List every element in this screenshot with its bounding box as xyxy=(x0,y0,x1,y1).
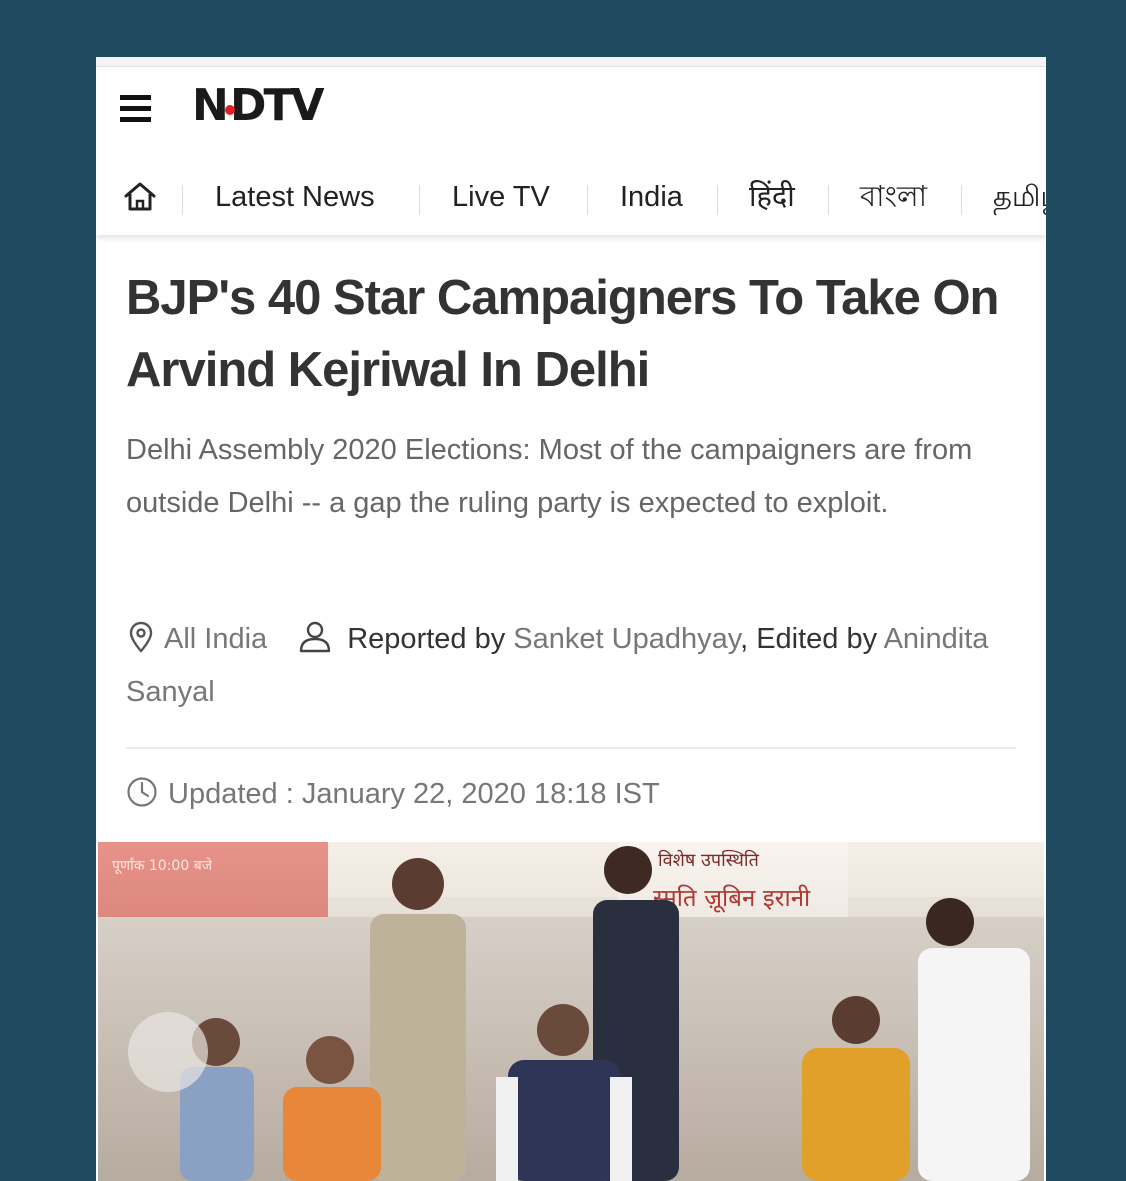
nav-separator xyxy=(961,185,962,215)
ndtv-logo-mark: N DTV xyxy=(192,80,328,131)
top-nav: Latest News Live TV India हिंदी বাংলা தம… xyxy=(96,165,1046,235)
article-byline: All India Reported by Sanket Upadhyay, E… xyxy=(126,613,1016,719)
edited-by-label: , Edited by xyxy=(740,623,878,655)
nav-separator xyxy=(828,185,829,215)
nav-hindi[interactable]: हिंदी xyxy=(749,177,795,217)
article-summary: Delhi Assembly 2020 Elections: Most of t… xyxy=(126,434,973,519)
article-photo-illustration: पूर्णांक 10:00 बजे विशेष उपस्थिति स्मृति… xyxy=(98,842,1044,1181)
nav-india[interactable]: India xyxy=(620,177,683,217)
nav-separator xyxy=(419,185,420,215)
nav-live-tv[interactable]: Live TV xyxy=(452,177,550,217)
reported-by-label: Reported by xyxy=(347,623,506,655)
updated-timestamp: Updated : January 22, 2020 18:18 IST xyxy=(126,769,660,819)
nav-bangla[interactable]: বাংলা xyxy=(860,177,927,217)
photo-banner-left: पूर्णांक 10:00 बजे xyxy=(112,857,213,874)
top-strip xyxy=(96,57,1046,67)
nav-separator xyxy=(182,185,183,215)
article-photo[interactable]: पूर्णांक 10:00 बजे विशेष उपस्थिति स्मृति… xyxy=(98,842,1044,1181)
location-link[interactable]: All India xyxy=(164,623,267,655)
location-pin-icon xyxy=(129,622,153,654)
reporter-link[interactable]: Sanket Upadhyay xyxy=(513,623,740,655)
updated-text: Updated : January 22, 2020 18:18 IST xyxy=(168,778,660,810)
nav-separator xyxy=(587,185,588,215)
menu-icon[interactable] xyxy=(120,95,151,123)
ndtv-logo[interactable]: N DTV xyxy=(192,80,348,135)
clock-icon xyxy=(127,777,157,807)
svg-text:N: N xyxy=(192,85,226,125)
site-header: N DTV Latest News Live TV India हिंदी বা… xyxy=(96,67,1046,235)
article-headline: BJP's 40 Star Campaigners To Take On Arv… xyxy=(126,271,1000,397)
divider xyxy=(126,747,1016,749)
nav-tamil[interactable]: தமிழ் xyxy=(993,177,1046,217)
svg-text:DTV: DTV xyxy=(230,85,325,125)
nav-latest-news[interactable]: Latest News xyxy=(215,177,375,217)
article-card: N DTV Latest News Live TV India हिंदी বা… xyxy=(96,57,1046,1181)
user-icon xyxy=(300,622,331,653)
home-icon[interactable] xyxy=(122,179,158,213)
nav-separator xyxy=(717,185,718,215)
photo-banner-top: विशेष उपस्थिति xyxy=(658,849,760,871)
